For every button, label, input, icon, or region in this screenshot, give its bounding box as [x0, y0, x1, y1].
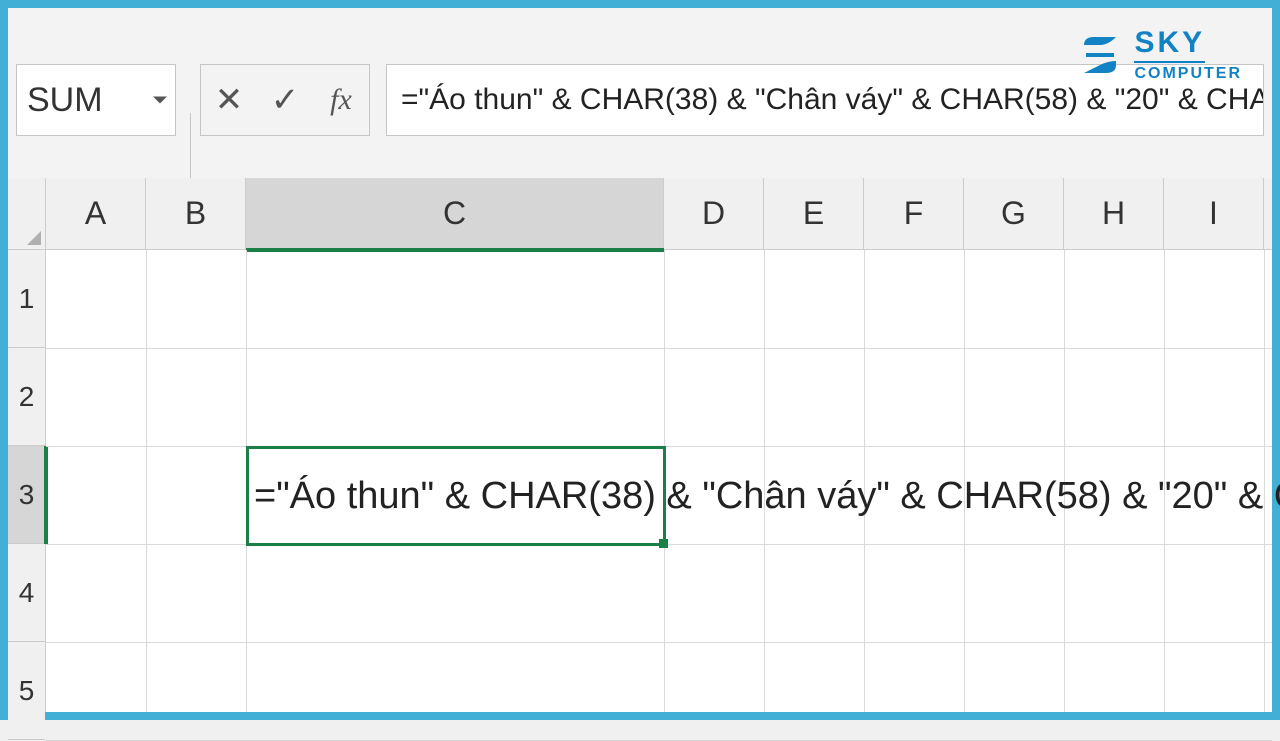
formula-controls: ✕ ✓ fx	[200, 64, 370, 136]
name-box[interactable]: SUM	[16, 64, 176, 136]
formula-text: ="Áo thun" & CHAR(38) & "Chân váy" & CHA…	[401, 83, 1264, 117]
separator	[190, 113, 191, 187]
row-header-5[interactable]: 5	[8, 642, 45, 740]
fx-icon[interactable]: fx	[321, 83, 361, 117]
chevron-down-icon[interactable]	[153, 97, 167, 104]
row-header-4[interactable]: 4	[8, 544, 45, 642]
col-header-G[interactable]: G	[964, 178, 1064, 249]
col-header-F[interactable]: F	[864, 178, 964, 249]
logo-line2: COMPUTER	[1134, 65, 1242, 83]
column-headers: A B C D E F G H I	[8, 178, 1272, 250]
select-all-corner[interactable]	[8, 178, 46, 249]
col-header-C[interactable]: C	[246, 178, 664, 249]
col-header-B[interactable]: B	[146, 178, 246, 249]
row-header-3[interactable]: 3	[8, 446, 45, 544]
fill-handle[interactable]	[659, 539, 668, 548]
col-header-I[interactable]: I	[1164, 178, 1264, 249]
row-header-1[interactable]: 1	[8, 250, 45, 348]
name-box-value: SUM	[27, 81, 103, 120]
col-header-D[interactable]: D	[664, 178, 764, 249]
window-frame: SKY COMPUTER SUM ✕ ✓ fx ="Áo thun" & CHA…	[0, 0, 1280, 720]
cell-area[interactable]: ="Áo thun" & CHAR(38) & "Chân váy" & CHA…	[46, 250, 1272, 712]
gridline	[46, 642, 1272, 643]
col-header-A[interactable]: A	[46, 178, 146, 249]
col-header-E[interactable]: E	[764, 178, 864, 249]
active-cell-C3[interactable]	[246, 446, 666, 546]
spreadsheet-grid[interactable]: A B C D E F G H I 1 2 3 4 5	[8, 178, 1272, 712]
logo-mark-icon	[1076, 31, 1124, 79]
cancel-button[interactable]: ✕	[209, 80, 249, 120]
logo-line1: SKY	[1134, 26, 1205, 63]
gridline	[46, 348, 1272, 349]
brand-logo: SKY COMPUTER	[1076, 26, 1242, 83]
enter-button[interactable]: ✓	[265, 80, 305, 120]
row-headers: 1 2 3 4 5	[8, 250, 46, 712]
row-header-2[interactable]: 2	[8, 348, 45, 446]
col-header-H[interactable]: H	[1064, 178, 1164, 249]
